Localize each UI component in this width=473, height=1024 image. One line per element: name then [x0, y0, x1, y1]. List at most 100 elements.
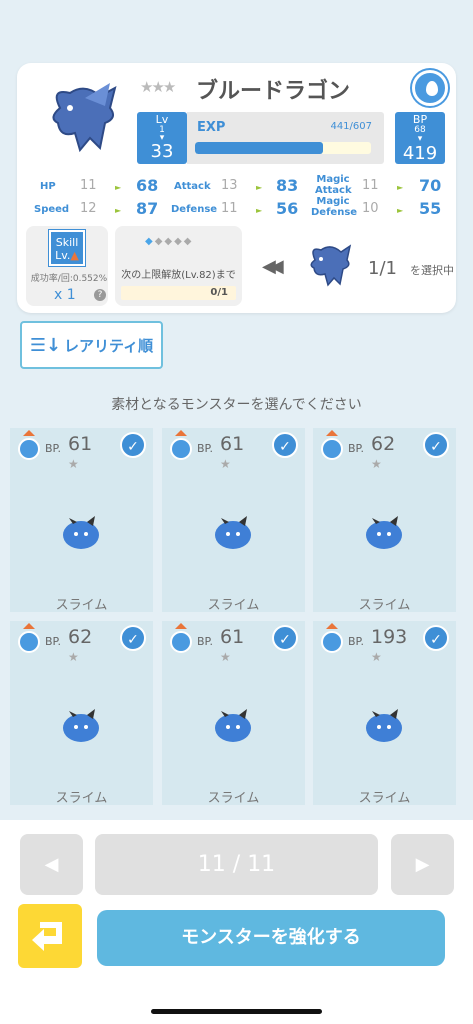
star-icon: ★: [371, 650, 382, 664]
stat-speed-label: Speed: [34, 204, 70, 215]
limit-break-card: ◆◆◆◆◆ 次の上限解放(Lv.82)まで 0/1: [115, 226, 242, 306]
monster-bp-label: BP.: [197, 442, 213, 455]
prev-page-button[interactable]: ◀: [20, 834, 83, 895]
skill-success-rate: 成功率/回:0.552%: [30, 274, 108, 284]
water-element-icon: [16, 430, 42, 460]
skill-level-card: Skill Lv.▲ 成功率/回:0.552% x 1 ?: [26, 226, 108, 306]
sort-label: レアリティ順: [64, 336, 154, 355]
selected-dragon-image: [310, 244, 352, 287]
instruction-text: 素材となるモンスターを選んでください: [111, 397, 362, 413]
check-icon[interactable]: ✓: [120, 432, 146, 458]
arrow-right-icon: ►: [256, 206, 263, 215]
monster-bp-label: BP.: [45, 442, 61, 455]
water-drop-icon: [412, 70, 448, 106]
stat-hp-label: HP: [40, 181, 56, 192]
level-box: Lv 1 ▾ 33: [137, 112, 187, 164]
bp-box: BP 68 ▾ 419: [395, 112, 445, 164]
check-icon[interactable]: ✓: [272, 432, 298, 458]
stat-speed-old: 12: [80, 201, 97, 216]
diamond-icons: ◆◆◆◆◆: [145, 236, 194, 247]
star-icon: ★: [220, 457, 231, 471]
star-icon: ★: [220, 650, 231, 664]
monster-name: スライム: [207, 791, 260, 806]
monster-bp-value: 61: [68, 433, 93, 455]
stat-attack-old: 13: [221, 178, 238, 193]
selection-label: を選択中: [410, 264, 454, 277]
home-indicator: [151, 1009, 322, 1014]
limit-break-text: 次の上限解放(Lv.82)まで: [121, 270, 236, 281]
sort-button[interactable]: ☰↓ レアリティ順: [20, 321, 163, 369]
monster-card[interactable]: BP. 62 ★ ✓ スライム: [313, 428, 456, 613]
slime-image: [366, 516, 402, 549]
water-element-icon: [319, 430, 345, 460]
water-element-icon: [168, 623, 194, 653]
check-icon[interactable]: ✓: [423, 625, 449, 651]
stat-defense-new: 56: [276, 199, 299, 218]
exp-label: EXP: [197, 120, 226, 135]
stat-magic-attack-label: Magic Attack: [315, 174, 352, 196]
water-element-icon: [16, 623, 42, 653]
selection-count: 1/1: [368, 258, 397, 279]
rewind-icon[interactable]: ◀◀: [262, 256, 284, 277]
stat-magic-defense-new: 55: [419, 199, 442, 218]
return-arrow-icon: [32, 922, 62, 951]
stat-magic-attack-old: 11: [362, 178, 379, 193]
next-page-button[interactable]: ▶: [391, 834, 454, 895]
arrow-right-icon: ►: [256, 183, 263, 192]
star-icon: ★: [68, 650, 79, 664]
monster-name: スライム: [358, 598, 411, 613]
monster-grid: BP. 61 ★ ✓ スライム BP. 61 ★ ✓ スライム BP. 62 ★ ✓ スライム BP. 62 ★ ✓…: [10, 428, 461, 810]
monster-name: スライム: [55, 598, 108, 613]
arrow-right-icon: ►: [115, 206, 122, 215]
stat-magic-defense-old: 10: [362, 201, 379, 216]
monster-name: スライム: [207, 598, 260, 613]
limit-break-value: 0/1: [210, 287, 228, 298]
stat-defense-old: 11: [221, 201, 238, 216]
stat-magic-attack-new: 70: [419, 176, 442, 195]
slime-image: [215, 516, 251, 549]
check-icon[interactable]: ✓: [120, 625, 146, 651]
monster-card[interactable]: BP. 61 ★ ✓ スライム: [162, 621, 305, 806]
back-button[interactable]: [18, 904, 82, 968]
monster-bp-label: BP.: [45, 635, 61, 648]
monster-name: ブルードラゴン: [196, 79, 351, 104]
slime-image: [215, 709, 251, 742]
stat-hp-new: 68: [136, 176, 159, 195]
exp-value: 441/607: [330, 121, 372, 132]
monster-card[interactable]: BP. 61 ★ ✓ スライム: [162, 428, 305, 613]
check-icon[interactable]: ✓: [423, 432, 449, 458]
up-arrow-icon: ▲: [70, 249, 79, 262]
stat-attack-label: Attack: [174, 181, 211, 192]
monster-bp-label: BP.: [348, 442, 364, 455]
water-element-icon: [319, 623, 345, 653]
enhance-monster-button[interactable]: モンスターを強化する: [97, 910, 445, 966]
skill-icon-label: Skill: [55, 236, 79, 249]
help-icon[interactable]: ?: [94, 289, 106, 301]
slime-image: [366, 709, 402, 742]
monster-bp-value: 62: [371, 433, 396, 455]
blue-dragon-image: [52, 83, 117, 153]
sort-icon: ☰↓: [29, 334, 62, 356]
level-to: 33: [150, 141, 174, 162]
check-icon[interactable]: ✓: [272, 625, 298, 651]
bp-to: 419: [402, 143, 438, 164]
star-icon: ★: [68, 457, 79, 471]
skill-icon-lv: Lv.: [55, 249, 71, 262]
stat-speed-new: 87: [136, 199, 159, 218]
monster-card[interactable]: BP. 61 ★ ✓ スライム: [10, 428, 153, 613]
exp-bar: [195, 142, 371, 154]
monster-name: スライム: [55, 791, 108, 806]
monster-card[interactable]: BP. 193 ★ ✓ スライム: [313, 621, 456, 806]
stat-attack-new: 83: [276, 176, 299, 195]
monster-bp-label: BP.: [197, 635, 213, 648]
exp-bar-fill: [195, 142, 323, 154]
stat-magic-defense-label: Magic Defense: [311, 196, 358, 218]
page-indicator: 11 / 11: [95, 834, 378, 895]
monster-card[interactable]: BP. 62 ★ ✓ スライム: [10, 621, 153, 806]
skill-level-icon: Skill Lv.▲: [49, 230, 85, 266]
monster-bp-value: 61: [220, 626, 245, 648]
monster-bp-value: 61: [220, 433, 245, 455]
monster-bp-value: 193: [371, 626, 408, 648]
monster-bp-label: BP.: [348, 635, 364, 648]
slime-image: [63, 516, 99, 549]
